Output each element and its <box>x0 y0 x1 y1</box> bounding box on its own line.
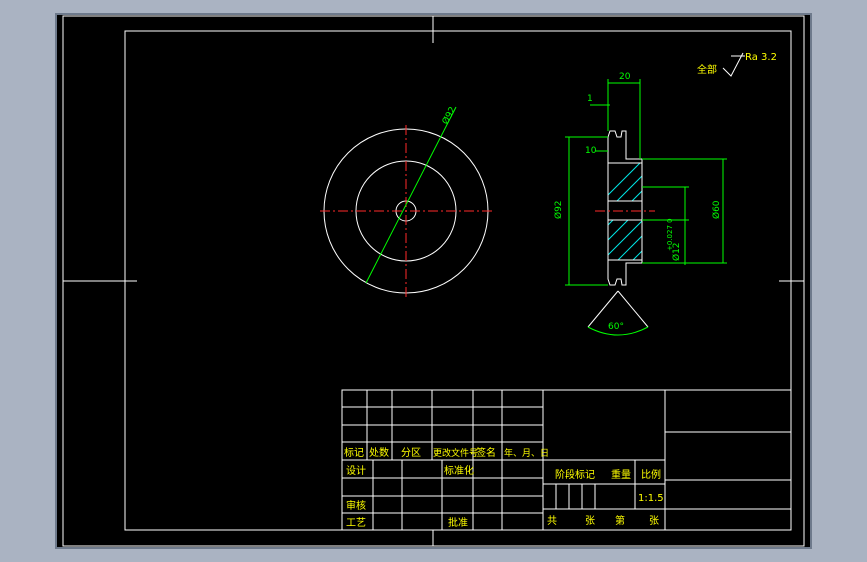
label-weight: 重量 <box>611 468 631 481</box>
drawing-canvas: 全部 Ra 3.2 Ø92 20 1 10 Ø92 Ø60 Ø12 +0.027… <box>62 15 805 547</box>
dim-outer-diameter: Ø92 <box>553 200 564 219</box>
hdr-zone: 分区 <box>401 447 421 459</box>
dim-width-top: 20 <box>619 72 631 82</box>
label-approve: 批准 <box>448 516 468 529</box>
label-review: 审核 <box>346 499 366 512</box>
dim-groove: 10 <box>585 146 597 156</box>
dim-bore-tol: +0.027 0 <box>666 218 674 251</box>
label-sheet-no: 第 <box>615 514 625 527</box>
label-sheets-unit: 张 <box>585 515 595 527</box>
hdr-date: 年、月、日 <box>504 447 549 459</box>
hdr-count: 处数 <box>369 446 389 459</box>
hdr-mark: 标记 <box>344 447 364 459</box>
cad-viewport[interactable]: 全部 Ra 3.2 Ø92 20 1 10 Ø92 Ø60 Ø12 +0.027… <box>55 13 812 549</box>
label-sheets-total: 共 <box>547 515 557 527</box>
hdr-change-doc: 更改文件号 <box>433 447 478 459</box>
outer-border <box>62 15 805 547</box>
roughness-value: Ra 3.2 <box>745 52 777 63</box>
dim-flange-thickness: 1 <box>587 94 593 104</box>
roughness-prefix: 全部 <box>697 63 717 76</box>
part-outline <box>607 130 643 286</box>
dim-hub-diameter: Ø60 <box>711 200 722 219</box>
groove-angle: 60° <box>608 322 624 332</box>
label-standardize: 标准化 <box>444 464 474 477</box>
title-block: 标记 处数 分区 更改文件号 签名 年、月、日 设计 标准化 审核 工艺 批准 … <box>341 389 792 531</box>
label-stage-mark: 阶段标记 <box>555 468 595 481</box>
label-process: 工艺 <box>346 517 366 529</box>
label-sheet-unit2: 张 <box>649 515 659 527</box>
hdr-signature: 签名 <box>476 446 496 459</box>
section-view: 20 1 10 Ø92 Ø60 Ø12 +0.027 0 60° <box>553 72 727 336</box>
label-design: 设计 <box>346 464 366 477</box>
scale-value: 1:1.5 <box>638 493 664 504</box>
front-view: Ø92 <box>320 105 492 297</box>
label-scale: 比例 <box>641 468 661 481</box>
hatch-pattern <box>608 163 642 260</box>
